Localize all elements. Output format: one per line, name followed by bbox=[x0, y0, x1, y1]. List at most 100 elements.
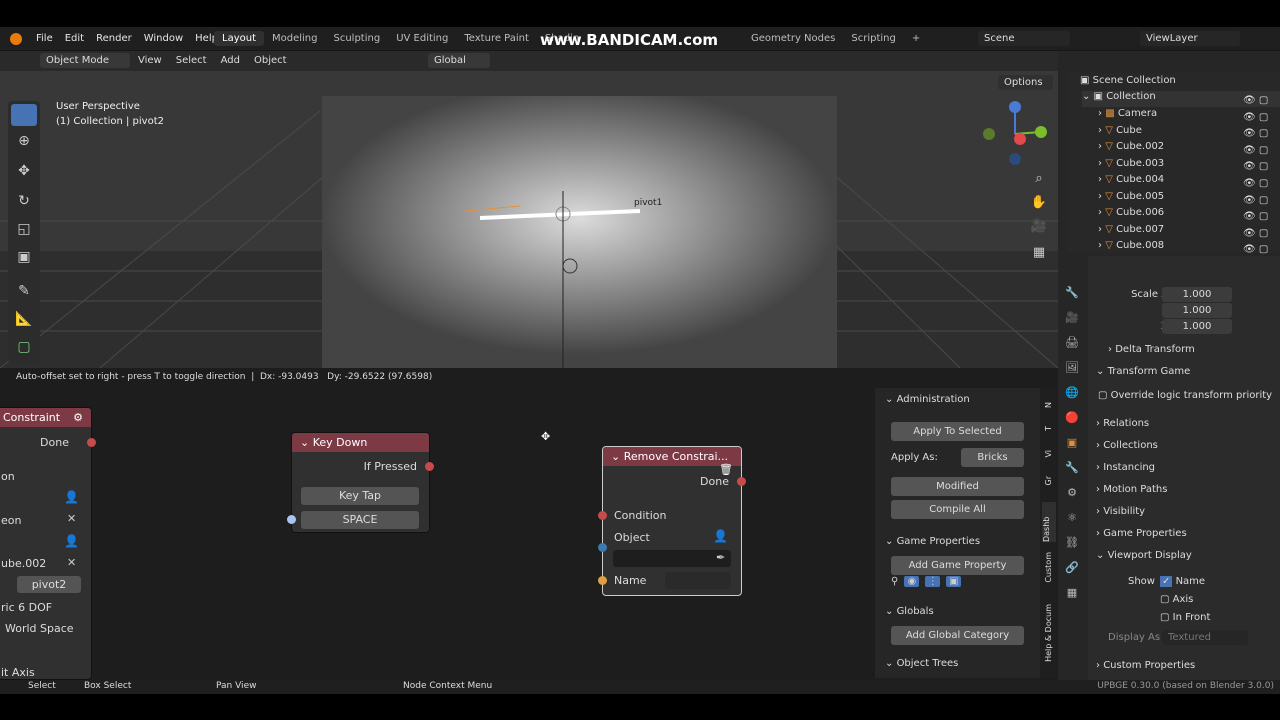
tab-gr[interactable]: Gr bbox=[1044, 476, 1053, 486]
visibility-toggles[interactable]: 👁 ▢ 👁 ▢ 👁 ▢ 👁 ▢ 👁 ▢ 👁 ▢ 👁 ▢ 👁 ▢ 👁 ▢ 👁 ▢ bbox=[1243, 93, 1275, 255]
tab-help-docs[interactable]: Help & Docum bbox=[1044, 604, 1053, 662]
menu-edit[interactable]: Edit bbox=[59, 31, 90, 46]
tab-sculpting[interactable]: Sculpting bbox=[326, 31, 389, 46]
compile-all-button[interactable]: Compile All bbox=[891, 500, 1024, 519]
viewport-display-panel[interactable]: ⌄ Viewport Display bbox=[1096, 550, 1280, 570]
add-global-category-button[interactable]: Add Global Category bbox=[891, 626, 1024, 645]
condition-socket[interactable] bbox=[598, 511, 607, 520]
grid-view-icon[interactable]: ▦ bbox=[1030, 245, 1048, 260]
bricks-dropdown[interactable]: Bricks bbox=[961, 448, 1024, 467]
tab-layout[interactable]: Layout bbox=[214, 31, 264, 46]
delta-transform-panel[interactable]: › Delta Transform bbox=[1108, 344, 1280, 364]
clear-icon-2[interactable]: ✕ bbox=[67, 556, 76, 569]
axis-checkbox[interactable]: ▢ Axis bbox=[1160, 594, 1280, 614]
measure-tool-icon[interactable]: 📐 bbox=[14, 311, 34, 327]
3d-viewport[interactable]: User Perspective (1) Collection | pivot2… bbox=[0, 71, 1058, 368]
outliner[interactable]: ▣ Scene Collection ⌄ ▣ Collection › ▩ Ca… bbox=[1068, 73, 1280, 255]
key-input-socket[interactable] bbox=[287, 515, 296, 524]
tab-uv-editing[interactable]: UV Editing bbox=[388, 31, 456, 46]
collections-panel[interactable]: › Collections bbox=[1096, 440, 1280, 460]
filter-icon[interactable]: ⚲ bbox=[891, 576, 898, 587]
key-tap-toggle[interactable]: Key Tap bbox=[301, 487, 419, 505]
constraint-target-field[interactable]: pivot2 bbox=[17, 576, 81, 593]
tab-t[interactable]: T bbox=[1044, 426, 1053, 431]
game-properties-panel-header[interactable]: ⌄ Game Properties bbox=[885, 536, 980, 547]
relations-panel[interactable]: › Relations bbox=[1096, 418, 1280, 438]
object-socket[interactable] bbox=[598, 543, 607, 552]
remove-done-socket[interactable] bbox=[737, 477, 746, 486]
cursor-tool-icon[interactable]: ⊕ bbox=[14, 133, 34, 149]
tab-texture-paint[interactable]: Texture Paint bbox=[456, 31, 537, 46]
override-logic-checkbox[interactable]: ▢ Override logic transform priority bbox=[1098, 390, 1280, 410]
custom-properties-panel[interactable]: › Custom Properties bbox=[1096, 660, 1280, 680]
menu-file[interactable]: File bbox=[30, 31, 59, 46]
key-down-header[interactable]: ⌄ Key Down bbox=[292, 433, 429, 452]
motion-paths-panel[interactable]: › Motion Paths bbox=[1096, 484, 1280, 504]
add-cube-tool-icon[interactable]: ▢ bbox=[14, 339, 34, 355]
scale-x-field[interactable]: 1.000 bbox=[1162, 287, 1232, 302]
tab-vi[interactable]: Vi bbox=[1044, 450, 1053, 458]
globals-panel-header[interactable]: ⌄ Globals bbox=[885, 606, 934, 617]
scale-tool-icon[interactable]: ◱ bbox=[14, 221, 34, 237]
scene-selector[interactable]: Scene bbox=[978, 31, 1070, 46]
add-workspace-icon[interactable]: + bbox=[904, 31, 928, 46]
menu-select[interactable]: Select bbox=[176, 55, 207, 66]
in-front-checkbox[interactable]: ▢ In Front bbox=[1160, 612, 1280, 632]
space-key-button[interactable]: SPACE bbox=[301, 511, 419, 529]
user-icon-3[interactable]: 👤 bbox=[713, 529, 728, 543]
modified-button[interactable]: Modified bbox=[891, 477, 1024, 496]
view-layer-selector[interactable]: ViewLayer bbox=[1140, 31, 1240, 46]
navigation-gizmo[interactable] bbox=[980, 99, 1050, 169]
constraint-node-header[interactable]: Constraint ⚙ bbox=[0, 408, 91, 427]
visibility-panel[interactable]: › Visibility bbox=[1096, 506, 1280, 526]
constraint-space-dropdown[interactable]: World Space bbox=[5, 622, 74, 635]
object-trees-panel-header[interactable]: ⌄ Object Trees bbox=[885, 658, 958, 669]
select-box-tool-icon[interactable] bbox=[11, 104, 37, 126]
display-as-dropdown[interactable]: Textured bbox=[1162, 630, 1248, 645]
transform-game-panel[interactable]: ⌄ Transform Game bbox=[1096, 366, 1280, 386]
menu-window[interactable]: Window bbox=[138, 31, 189, 46]
key-down-node[interactable]: ⌄ Key Down If Pressed Key Tap SPACE bbox=[287, 432, 434, 533]
blender-logo-icon[interactable] bbox=[10, 33, 22, 45]
move-tool-icon[interactable]: ✥ bbox=[14, 163, 34, 179]
constraint-type-dropdown[interactable]: ric 6 DOF bbox=[1, 601, 52, 614]
scene-collection-row[interactable]: ▣ Scene Collection bbox=[1080, 75, 1280, 91]
tab-geometry-nodes[interactable]: Geometry Nodes bbox=[743, 31, 843, 46]
instancing-panel[interactable]: › Instancing bbox=[1096, 462, 1280, 482]
transform-tool-icon[interactable]: ▣ bbox=[14, 249, 34, 265]
annotate-tool-icon[interactable]: ✎ bbox=[14, 283, 34, 299]
administration-panel-header[interactable]: ⌄ Administration bbox=[885, 394, 970, 405]
remove-constraint-header[interactable]: ⌄ Remove Constrai... 🗑 bbox=[603, 447, 741, 476]
scale-y-field[interactable]: 1.000 bbox=[1162, 303, 1232, 318]
eyedropper-icon[interactable]: ✒ bbox=[716, 551, 725, 564]
constraint-object-field[interactable]: ube.002 bbox=[1, 557, 46, 570]
remove-constraint-node[interactable]: ⌄ Remove Constrai... 🗑 Done Condition Obj… bbox=[598, 446, 746, 596]
menu-add[interactable]: Add bbox=[221, 55, 240, 66]
apply-to-selected-button[interactable]: Apply To Selected bbox=[891, 422, 1024, 441]
menu-render[interactable]: Render bbox=[90, 31, 138, 46]
tab-custom[interactable]: Custom bbox=[1044, 552, 1053, 583]
add-game-property-button[interactable]: Add Game Property bbox=[891, 556, 1024, 575]
user-icon[interactable]: 👤 bbox=[64, 490, 79, 504]
pan-hand-icon[interactable]: ✋ bbox=[1030, 195, 1048, 210]
zoom-icon[interactable]: ⌕ bbox=[1030, 171, 1048, 186]
menu-view[interactable]: View bbox=[138, 55, 162, 66]
eye-icon[interactable]: ◉ bbox=[904, 576, 920, 587]
hierarchy-icon[interactable]: ⋮ bbox=[925, 576, 941, 587]
tab-modeling[interactable]: Modeling bbox=[264, 31, 326, 46]
object-mode-dropdown[interactable]: Object Mode bbox=[40, 53, 130, 68]
tab-scripting[interactable]: Scripting bbox=[843, 31, 903, 46]
transform-orientation-dropdown[interactable]: Global bbox=[428, 53, 490, 68]
lock-icon[interactable]: ▣ bbox=[946, 576, 962, 587]
camera-view-icon[interactable]: 🎥 bbox=[1030, 219, 1048, 234]
properties-tabs[interactable]: 🔧 🎥 🖨 🖼 🌐 🔴 ▣ 🔧 ⚙ ⚛ ⛓ 🔗 ▦ bbox=[1062, 280, 1082, 610]
tab-dashboard[interactable]: Dashb bbox=[1042, 502, 1056, 542]
options-dropdown[interactable]: Options bbox=[998, 75, 1053, 90]
scale-z-field[interactable]: 1.000 bbox=[1162, 319, 1232, 334]
rotate-tool-icon[interactable]: ↻ bbox=[14, 193, 34, 209]
menu-object[interactable]: Object bbox=[254, 55, 287, 66]
constraint-node[interactable]: Constraint ⚙ Done on eon ube.002 pivot2 r… bbox=[0, 407, 96, 680]
done-output-socket[interactable] bbox=[87, 438, 96, 447]
name-field[interactable] bbox=[665, 572, 731, 589]
if-pressed-socket[interactable] bbox=[425, 462, 434, 471]
